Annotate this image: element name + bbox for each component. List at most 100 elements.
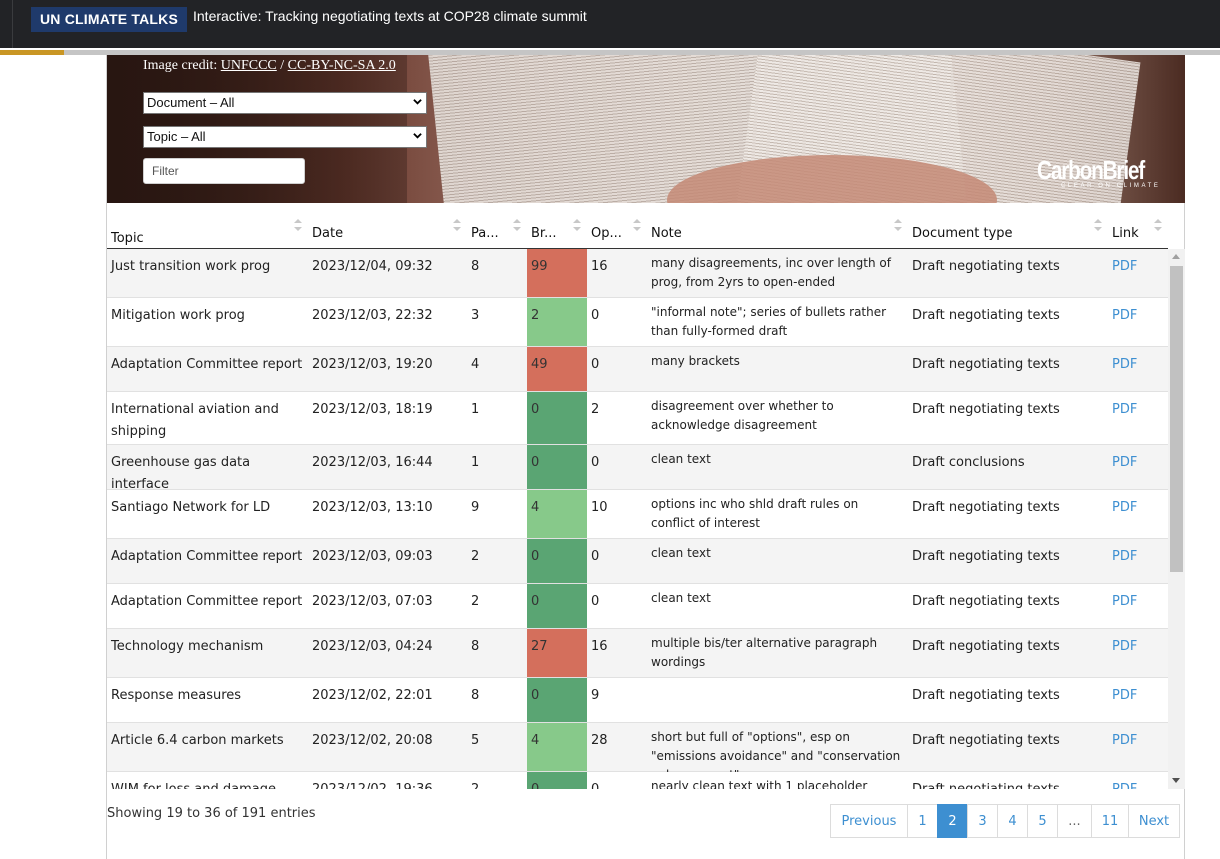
table-row: Adaptation Committee report 2023/12/03, 0… [107, 584, 1168, 629]
cell-options: 28 [591, 733, 608, 748]
page-button-4[interactable]: 4 [997, 804, 1028, 838]
cell-link-pdf-link[interactable]: PDF [1108, 584, 1168, 628]
cell-topic: Mitigation work prog [111, 308, 245, 323]
page-button-1[interactable]: 1 [907, 804, 938, 838]
table-scrollbar[interactable] [1168, 249, 1185, 789]
cell-link-pdf-link[interactable]: PDF [1108, 249, 1168, 297]
cell-link-pdf-link[interactable]: PDF [1108, 629, 1168, 677]
cell-link-pdf-link[interactable]: PDF [1108, 772, 1168, 789]
page-button-3[interactable]: 3 [967, 804, 998, 838]
filter-input[interactable]: Filter [143, 158, 305, 184]
credit-prefix: Image credit: [143, 58, 221, 73]
cell-link-pdf-link[interactable]: PDF [1108, 445, 1168, 489]
table-header: Topic Date Pa... Br... Op... Note Docume… [107, 203, 1168, 249]
cell-brackets: 4 [527, 490, 587, 538]
cell-date: 2023/12/02, 22:01 [312, 688, 433, 703]
cell-pages: 8 [471, 688, 480, 703]
credit-link-license[interactable]: CC-BY-NC-SA 2.0 [288, 58, 396, 73]
cell-link-pdf-link[interactable]: PDF [1108, 539, 1168, 583]
column-header-date[interactable]: Date [308, 203, 467, 249]
sort-icon [573, 219, 581, 231]
cell-date: 2023/12/02, 19:36 [308, 772, 467, 789]
cell-date: 2023/12/03, 07:03 [312, 594, 433, 609]
cell-brackets: 0 [527, 772, 587, 789]
column-header-topic[interactable]: Topic [107, 203, 308, 249]
table-body: Just transition work prog 2023/12/04, 09:… [107, 249, 1168, 789]
cell-link-pdf-link[interactable]: PDF [1108, 723, 1168, 771]
scrollbar-thumb[interactable] [1170, 266, 1183, 572]
cell-doctype: Draft negotiating texts [912, 308, 1060, 323]
cell-note: clean text [651, 546, 711, 560]
scroll-down-arrow-icon[interactable] [1172, 778, 1180, 783]
table-row: Greenhouse gas data interface 2023/12/03,… [107, 445, 1168, 492]
column-header-pages[interactable]: Pa... [467, 203, 527, 249]
page-button-11[interactable]: 11 [1091, 804, 1129, 838]
cell-topic: Response measures [111, 688, 242, 703]
cell-topic: Greenhouse gas data interface [111, 455, 251, 492]
cell-date: 2023/12/03, 19:20 [312, 357, 433, 372]
next-page-button[interactable]: Next [1128, 804, 1180, 838]
document-select-value: Document – All [147, 95, 235, 110]
cell-options: 0 [587, 772, 647, 789]
page-button-2[interactable]: 2 [937, 804, 968, 838]
cell-options: 9 [591, 688, 600, 703]
cell-date: 2023/12/03, 22:32 [312, 308, 433, 323]
cell-topic: Technology mechanism [111, 639, 264, 654]
cell-link-pdf-link[interactable]: PDF [1108, 347, 1168, 391]
cell-brackets: 0 [527, 584, 587, 628]
previous-page-button[interactable]: Previous [830, 804, 908, 838]
cell-link-pdf-link[interactable]: PDF [1108, 298, 1168, 346]
table-row: Article 6.4 carbon markets 2023/12/02, 20… [107, 723, 1168, 782]
cell-date: 2023/12/02, 20:08 [312, 733, 433, 748]
cell-pages: 4 [471, 357, 480, 372]
column-header-brackets[interactable]: Br... [527, 203, 587, 249]
cell-pages: 1 [471, 402, 480, 417]
cell-pages: 3 [471, 308, 480, 323]
cell-note: short but full of "options", esp on "emi… [651, 730, 901, 782]
cell-pages: 2 [471, 594, 480, 609]
document-select[interactable]: Document – All [143, 92, 427, 114]
section-tag[interactable]: UN CLIMATE TALKS [31, 7, 187, 32]
cell-doctype: Draft negotiating texts [912, 500, 1060, 515]
chevron-down-icon [413, 133, 422, 139]
cell-date: 2023/12/03, 04:24 [312, 639, 433, 654]
cell-link-pdf-link[interactable]: PDF [1108, 392, 1168, 444]
page-headline[interactable]: Interactive: Tracking negotiating texts … [193, 7, 587, 25]
topic-select-value: Topic – All [147, 129, 206, 144]
column-label: Pa... [471, 226, 499, 241]
cell-topic: Article 6.4 carbon markets [111, 733, 284, 748]
cell-topic: Adaptation Committee report [111, 594, 303, 609]
column-label: Document type [912, 226, 1013, 241]
cell-note: multiple bis/ter alternative paragraph w… [651, 636, 878, 669]
table-row: Response measures 2023/12/02, 22:01 8 0 9 Dra… [107, 678, 1168, 723]
scroll-up-arrow-icon[interactable] [1172, 254, 1180, 259]
column-header-link[interactable]: Link [1108, 203, 1168, 249]
column-header-note[interactable]: Note [647, 203, 908, 249]
cell-doctype: Draft negotiating texts [912, 594, 1060, 609]
cell-topic: Santiago Network for LD [111, 500, 271, 515]
table-row: Technology mechanism 2023/12/03, 04:24 8 27… [107, 629, 1168, 678]
cell-pages: 1 [471, 455, 480, 470]
topic-select[interactable]: Topic – All [143, 126, 427, 148]
hero-banner: Image credit: UNFCCC / CC-BY-NC-SA 2.0 D… [107, 55, 1185, 203]
credit-link-unfccc[interactable]: UNFCCC [221, 58, 277, 73]
cell-options: 0 [591, 308, 600, 323]
cell-link-pdf-link[interactable]: PDF [1108, 678, 1168, 722]
page-button-5[interactable]: 5 [1027, 804, 1058, 838]
column-header-document-type[interactable]: Document type [908, 203, 1108, 249]
table-row: Mitigation work prog 2023/12/03, 22:32 3 2 0… [107, 298, 1168, 347]
cell-brackets: 27 [527, 629, 587, 677]
cell-link-pdf-link[interactable]: PDF [1108, 490, 1168, 538]
cell-brackets: 0 [527, 392, 587, 444]
cell-brackets: 0 [527, 678, 587, 722]
cell-note [647, 678, 908, 722]
table-row: International aviation and shipping 2023/… [107, 392, 1168, 445]
divider [12, 0, 13, 48]
column-label: Note [651, 226, 682, 241]
cell-pages: 8 [471, 639, 480, 654]
cell-pages: 9 [471, 500, 480, 515]
column-header-options[interactable]: Op... [587, 203, 647, 249]
cell-date: 2023/12/03, 13:10 [312, 500, 433, 515]
sort-icon [1094, 219, 1102, 231]
cell-topic: International aviation and shipping [111, 402, 279, 439]
